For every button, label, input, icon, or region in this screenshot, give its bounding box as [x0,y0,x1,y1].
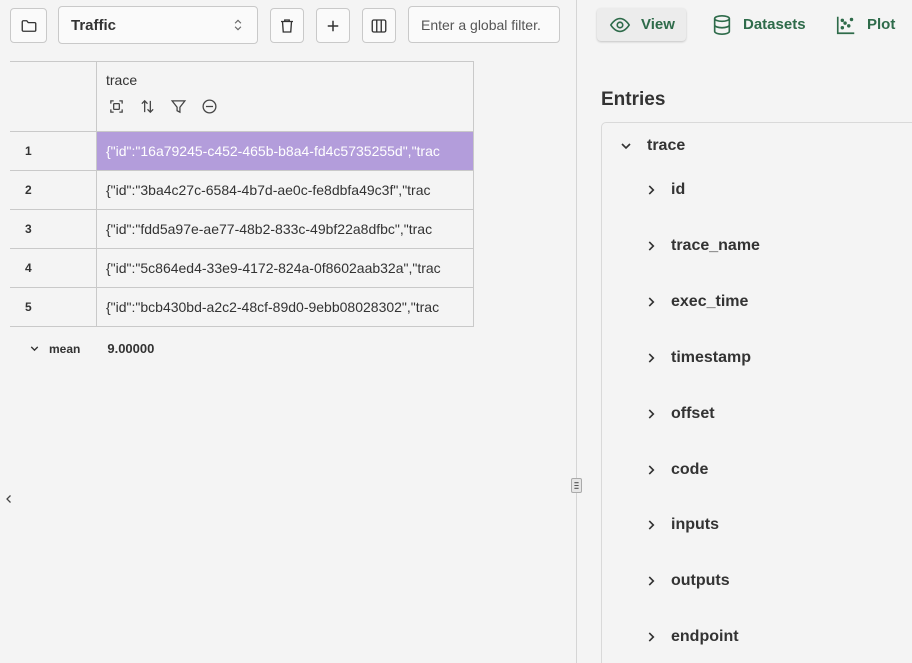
delete-button[interactable] [270,8,304,43]
entry-field-label: outputs [671,572,730,589]
panel-divider [576,0,577,663]
grip-icon [574,482,579,489]
entry-root-label: trace [647,137,686,154]
entry-field-trace-name[interactable]: trace_name [644,237,760,255]
chevron-down-icon [30,346,39,352]
entry-field-label: code [671,461,709,478]
folder-button[interactable] [10,8,47,43]
entry-field-label: endpoint [671,628,739,645]
resize-handle[interactable] [571,478,582,493]
table-cell-trace[interactable]: {"id":"3ba4c27c-6584-4b7d-ae0c-fe8dbfa49… [97,171,474,209]
data-table: trace 1 {"id":"16a79245-c452-465b-b8a4-fd… [10,61,474,327]
chevron-down-icon [621,143,631,150]
chevron-right-icon [648,409,655,419]
tab-datasets-label: Datasets [743,16,806,33]
folder-icon [21,19,36,32]
entry-field-endpoint[interactable]: endpoint [644,628,739,646]
chevron-right-icon [648,185,655,195]
column-header-trace[interactable]: trace [97,62,474,131]
entry-field-label: offset [671,405,715,422]
tab-plot-label: Plot [867,16,896,33]
entry-field-label: inputs [671,516,719,533]
chevron-right-icon [648,297,655,307]
chevron-right-icon [648,632,655,642]
chevron-right-icon [648,465,655,475]
entry-field-inputs[interactable]: inputs [644,516,719,534]
sort-icon[interactable] [139,98,156,115]
add-button[interactable] [316,8,350,43]
table-row[interactable]: 5 {"id":"bcb430bd-a2c2-48cf-89d0-9ebb0802… [10,288,474,327]
table-row[interactable]: 2 {"id":"3ba4c27c-6584-4b7d-ae0c-fe8dbfa4… [10,171,474,210]
entry-field-label: trace_name [671,237,760,254]
chevron-right-icon [648,353,655,363]
chevron-right-icon [648,241,655,251]
table-row[interactable]: 3 {"id":"fdd5a97e-ae77-48b2-833c-49bf22a8… [10,210,474,249]
tab-datasets[interactable]: Datasets [711,8,806,41]
global-filter-input[interactable]: Enter a global filter. [408,6,560,43]
entry-field-label: exec_time [671,293,749,310]
entry-field-label: timestamp [671,349,752,366]
collapse-left-icon[interactable] [3,492,15,506]
entry-field-exec-time[interactable]: exec_time [644,293,748,311]
eye-icon [609,17,631,32]
row-index: 1 [10,132,97,170]
row-index: 4 [10,249,97,287]
tab-view-label: View [641,16,675,33]
table-header: trace [10,62,474,132]
plus-icon [327,20,339,31]
chevron-right-icon [648,520,655,530]
summary-row[interactable]: mean 9.00000 [28,341,154,356]
row-index: 2 [10,171,97,209]
entry-field-offset[interactable]: offset [644,405,715,423]
summary-label: mean [49,341,81,356]
column-actions [108,98,464,115]
table-row[interactable]: 1 {"id":"16a79245-c452-465b-b8a4-fd4c5735… [10,132,474,171]
database-icon [713,14,731,35]
entry-field-code[interactable]: code [644,461,708,479]
entry-field-outputs[interactable]: outputs [644,572,730,590]
remove-icon[interactable] [201,98,218,115]
table-cell-trace[interactable]: {"id":"5c864ed4-33e9-4172-824a-0f8602aab… [97,249,474,287]
trash-icon [281,18,293,33]
updown-icon [234,19,242,31]
table-cell-trace[interactable]: {"id":"bcb430bd-a2c2-48cf-89d0-9ebb08028… [97,288,474,326]
chevron-right-icon [648,576,655,586]
row-index: 3 [10,210,97,248]
entry-field-timestamp[interactable]: timestamp [644,349,751,367]
table-cell-trace[interactable]: {"id":"fdd5a97e-ae77-48b2-833c-49bf22a8d… [97,210,474,248]
entries-title: Entries [601,89,666,110]
entry-field-label: id [671,181,686,198]
columns-button[interactable] [362,8,396,43]
dataset-select-value: Traffic [71,16,117,34]
tab-view[interactable]: View [597,8,686,41]
column-title: trace [106,72,138,88]
scatter-icon [836,16,855,34]
tab-plot[interactable]: Plot [835,8,895,41]
index-header [10,62,97,131]
global-filter-placeholder: Enter a global filter. [421,16,541,33]
row-index: 5 [10,288,97,326]
summary-value: 9.00000 [107,341,155,356]
table-row[interactable]: 4 {"id":"5c864ed4-33e9-4172-824a-0f8602aa… [10,249,474,288]
filter-icon[interactable] [170,98,187,115]
entry-field-id[interactable]: id [644,181,685,199]
focus-icon[interactable] [108,98,125,115]
columns-icon [371,18,387,33]
entry-root[interactable]: trace [618,137,685,155]
dataset-select[interactable]: Traffic [58,6,258,44]
table-cell-trace[interactable]: {"id":"16a79245-c452-465b-b8a4-fd4c57352… [97,132,474,170]
